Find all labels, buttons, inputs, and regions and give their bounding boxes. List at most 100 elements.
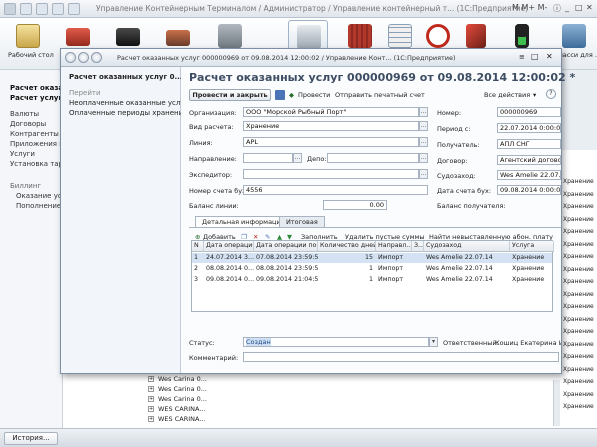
forwarder-select-button[interactable]: ...	[419, 169, 428, 179]
comment-field[interactable]	[243, 352, 559, 362]
app-title-bar: Управление Контейнерным Терминалом / Адм…	[0, 0, 597, 18]
cell: Wes Amelie 22.07.14	[426, 265, 493, 272]
post-button[interactable]: Провести	[298, 91, 330, 99]
table-header[interactable]: Количество дней	[318, 241, 376, 252]
close-icon[interactable]: ✕	[586, 3, 593, 12]
status-field[interactable]: Создан	[243, 337, 429, 347]
back-nav-icon[interactable]	[65, 52, 76, 63]
chevron-down-icon[interactable]: ▾	[533, 91, 536, 99]
post-and-close-button[interactable]: Провести и закрыть	[189, 89, 271, 101]
table-row[interactable]: 2 08.08.2014 0... 08.08.2014 23:59:59 1 …	[192, 264, 552, 274]
forward-nav-icon[interactable]	[78, 52, 89, 63]
send-invoice-button[interactable]: Отправить печатный счет	[335, 91, 425, 99]
history-button[interactable]: История...	[4, 432, 58, 445]
taskbar: История...	[0, 428, 597, 447]
list-cell: Хранение	[563, 228, 594, 235]
invoice-date-label: Дата счета бух:	[437, 187, 492, 195]
list-item[interactable]: + Wes Carina 0...	[148, 385, 288, 394]
table-header[interactable]: Направл...	[376, 241, 412, 252]
period-field[interactable]: 22.07.2014 0:00:00	[497, 123, 561, 133]
cell: 1	[368, 265, 373, 272]
app-title: Управление Контейнерным Терминалом / Адм…	[96, 4, 529, 13]
post-icon[interactable]: ◆	[289, 91, 294, 99]
truck-icon	[66, 28, 90, 46]
list-cell: Хранение	[563, 303, 594, 310]
calc-type-field[interactable]: Хранение	[243, 121, 419, 131]
list-item[interactable]: + Wes Carina 0...	[148, 375, 288, 384]
forward-icon[interactable]	[36, 3, 48, 15]
calc-type-select-button[interactable]: ...	[419, 121, 428, 131]
nav-item[interactable]: Контрагенты	[10, 130, 59, 138]
minimize-icon[interactable]: _	[565, 3, 569, 12]
table-row[interactable]: 1 24.07.2014 3... 07.08.2014 23:59:59 15…	[192, 253, 552, 263]
home-icon[interactable]	[52, 3, 64, 15]
vessel-call-label: Судозаход:	[437, 172, 476, 180]
favorite-icon[interactable]	[91, 52, 102, 63]
grid-icon	[388, 24, 412, 48]
window-menu-icon[interactable]: ≡	[519, 53, 525, 61]
depot-label: Депо:	[307, 155, 327, 163]
invoice-date-field[interactable]: 09.08.2014 0:00:00	[497, 185, 561, 195]
table-row[interactable]: 3 09.08.2014 0... 09.08.2014 21:04:50 1 …	[192, 275, 552, 285]
calc-type-label: Вид расчета:	[189, 123, 234, 131]
direction-select-button[interactable]: ...	[293, 153, 302, 163]
direction-field[interactable]	[243, 153, 293, 163]
cell: 1	[368, 276, 373, 283]
star-icon[interactable]	[68, 3, 80, 15]
nav-item[interactable]: Валюты	[10, 110, 39, 118]
all-actions-menu[interactable]: Все действия	[484, 91, 530, 99]
list-cell: Хранение	[563, 190, 594, 198]
organization-field[interactable]: ООО "Морской Рыбный Порт"	[243, 107, 419, 117]
vessel-call-field[interactable]: Wes Amelie 22.07.14	[497, 170, 561, 180]
cell: 24.07.2014 3...	[206, 254, 254, 261]
window-maximize-icon[interactable]: □	[531, 52, 539, 61]
recipient-balance-label: Баланс получателя:	[437, 202, 506, 210]
table-header[interactable]: Дата операции по	[254, 241, 318, 252]
depot-field[interactable]	[327, 153, 419, 163]
list-item[interactable]: + WES CARINA...	[148, 405, 288, 414]
cell: 3	[194, 276, 199, 283]
cell: 09.08.2014 0...	[206, 276, 254, 283]
nav-item[interactable]: Услуги	[10, 150, 35, 158]
save-icon[interactable]	[275, 90, 285, 100]
table-header[interactable]: З...	[412, 241, 424, 252]
background-scrollbar[interactable]	[553, 380, 560, 426]
table-header[interactable]: Судозаход	[424, 241, 510, 252]
info-icon[interactable]: ⓘ	[553, 3, 561, 14]
list-cell: Хранение	[563, 178, 594, 185]
table-header[interactable]: N	[192, 241, 204, 252]
list-item[interactable]: + WES CARINA...	[148, 415, 288, 424]
cash-register-icon	[297, 25, 321, 49]
cell: Импорт	[378, 276, 404, 283]
memory-buttons[interactable]: M M+ M-	[512, 3, 547, 12]
responsible-value[interactable]: Кошиц Екатерина Ив...	[495, 339, 561, 347]
back-icon[interactable]	[20, 3, 32, 15]
status-select-button[interactable]: ▾	[429, 337, 438, 347]
help-icon[interactable]: ?	[546, 89, 556, 99]
left-navigation: Расчет оказанн Расчет услуг б Валюты Дог…	[0, 70, 74, 430]
organization-select-button[interactable]: ...	[419, 107, 428, 117]
cell: Хранение	[512, 254, 545, 261]
side-link-paid-periods[interactable]: Оплаченные периоды хранения	[69, 109, 187, 117]
table-header[interactable]: Услуга	[510, 241, 554, 252]
maximize-icon[interactable]: □	[575, 3, 583, 12]
side-current-document[interactable]: Расчет оказанных услуг 0...	[69, 73, 182, 81]
tab-summary[interactable]: Итоговая	[279, 216, 325, 227]
window-close-icon[interactable]: ✕	[546, 52, 553, 61]
recipient-field[interactable]: АПЛ СНГ	[497, 139, 561, 149]
nav-item[interactable]: Договоры	[10, 120, 46, 128]
app-logo-icon[interactable]	[4, 3, 16, 15]
line-field[interactable]: APL	[243, 137, 419, 147]
tab-divider	[189, 227, 561, 228]
list-item[interactable]: + Wes Carina 0...	[148, 395, 288, 404]
forwarder-field[interactable]	[243, 169, 419, 179]
section-desktop[interactable]: Рабочий стол	[8, 20, 54, 66]
document-window-title: Расчет оказанных услуг 000000969 от 09.0…	[117, 54, 456, 62]
line-select-button[interactable]: ...	[419, 137, 428, 147]
account-number-field[interactable]: 4556	[243, 185, 428, 195]
depot-select-button[interactable]: ...	[419, 153, 428, 163]
number-field[interactable]: 000000969	[497, 107, 561, 117]
table-header[interactable]: Дата операции	[204, 241, 254, 252]
contract-field[interactable]: Агентский договор	[497, 155, 561, 165]
side-link-unpaid[interactable]: Неоплаченные оказанные услуги	[69, 99, 193, 107]
